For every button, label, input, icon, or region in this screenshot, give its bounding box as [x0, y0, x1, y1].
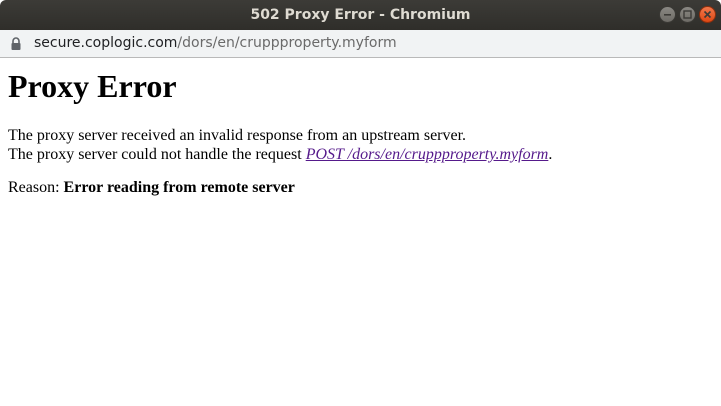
reason-line: Reason: Error reading from remote server	[8, 178, 713, 197]
close-button[interactable]	[699, 6, 716, 23]
url-text[interactable]: secure.coplogic.com/dors/en/crupppropert…	[34, 30, 397, 57]
page-title: Proxy Error	[8, 68, 177, 104]
browser-window: 502 Proxy Error - Chromium secure.coplog…	[0, 0, 721, 406]
title-bar[interactable]: 502 Proxy Error - Chromium	[0, 0, 721, 30]
minimize-icon	[664, 14, 671, 16]
error-message: The proxy server received an invalid res…	[8, 126, 713, 164]
error-line-2-suffix: .	[548, 146, 553, 163]
reason-value: Error reading from remote server	[63, 179, 295, 196]
maximize-button[interactable]	[679, 6, 696, 23]
window-title: 502 Proxy Error - Chromium	[250, 7, 471, 23]
lock-icon[interactable]	[10, 37, 22, 51]
url-path: /dors/en/cruppproperty.myform	[177, 35, 397, 51]
request-link[interactable]: POST /dors/en/cruppproperty.myform	[306, 146, 549, 163]
address-bar[interactable]: secure.coplogic.com/dors/en/crupppropert…	[0, 30, 721, 58]
error-line-1: The proxy server received an invalid res…	[8, 127, 467, 144]
window-controls	[659, 6, 716, 23]
close-icon	[703, 10, 712, 19]
error-line-2-prefix: The proxy server could not handle the re…	[8, 146, 306, 163]
maximize-icon	[683, 10, 692, 19]
page-content: Proxy Error The proxy server received an…	[8, 58, 713, 211]
minimize-button[interactable]	[659, 6, 676, 23]
reason-label: Reason:	[8, 179, 64, 196]
url-host: secure.coplogic.com	[34, 35, 178, 51]
